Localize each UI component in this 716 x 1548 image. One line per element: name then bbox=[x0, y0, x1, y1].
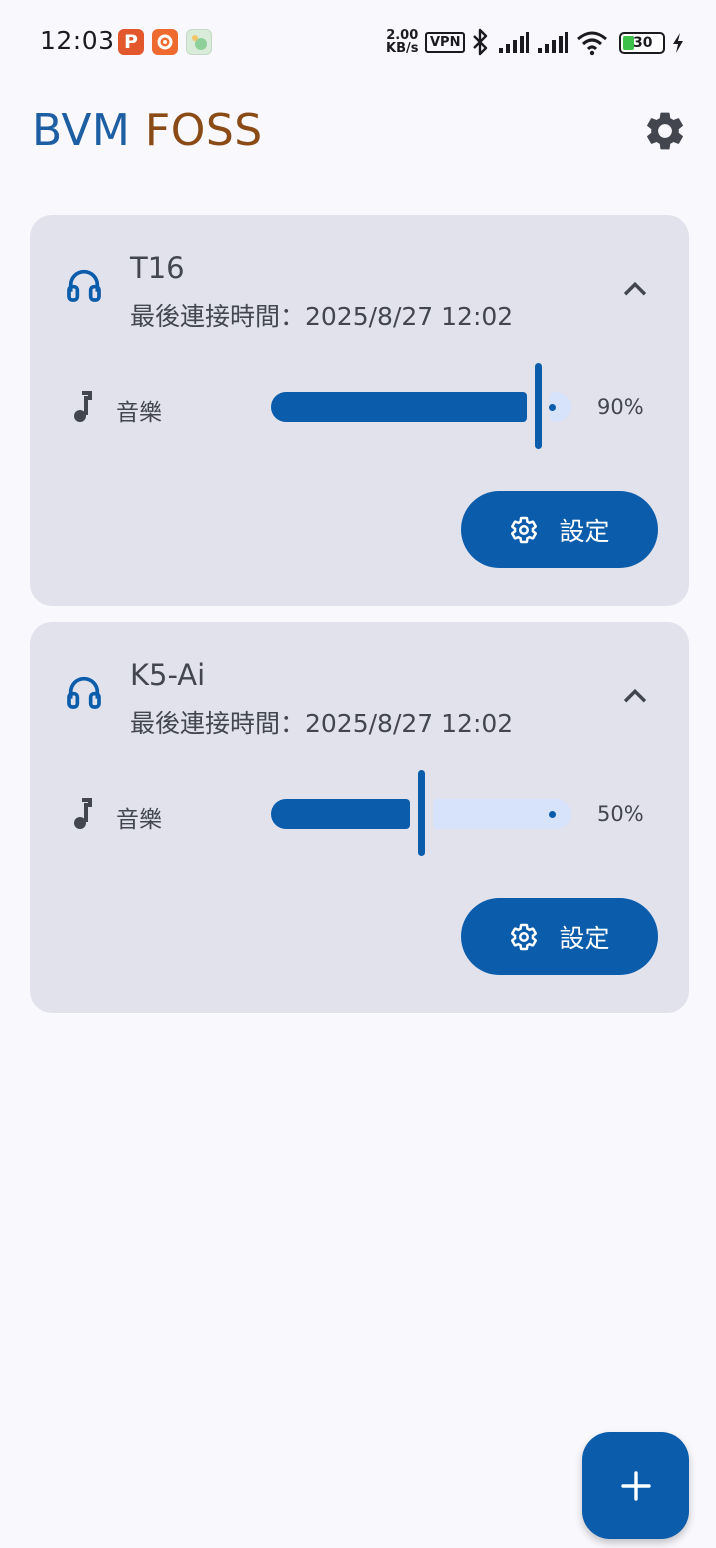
setup-button[interactable]: 設定 bbox=[461, 491, 658, 568]
vpn-badge: VPN bbox=[425, 32, 466, 53]
volume-percent: 50% bbox=[597, 802, 644, 826]
headphones-icon bbox=[67, 676, 101, 709]
signal-icon bbox=[538, 32, 568, 53]
volume-slider[interactable] bbox=[271, 770, 571, 858]
status-time: 12:03 bbox=[40, 26, 115, 55]
network-speed: 2.00 KB/s bbox=[386, 29, 418, 55]
device-name: T16 bbox=[130, 251, 185, 285]
wifi-icon bbox=[577, 31, 607, 56]
charging-icon bbox=[673, 33, 683, 53]
slider-active-track bbox=[271, 392, 527, 422]
gear-icon bbox=[647, 112, 683, 150]
headphones-icon bbox=[67, 269, 101, 302]
chevron-up-icon[interactable] bbox=[618, 680, 652, 714]
channel-label: 音樂 bbox=[116, 400, 162, 426]
slider-active-track bbox=[271, 799, 410, 829]
channel-label: 音樂 bbox=[116, 807, 162, 833]
notification-app-icon: P bbox=[118, 29, 144, 55]
slider-stop-indicator bbox=[549, 811, 556, 818]
device-name: K5-Ai bbox=[130, 658, 206, 692]
app-title-part2: FOSS bbox=[144, 105, 263, 156]
setup-button-label: 設定 bbox=[559, 516, 610, 546]
network-speed-unit: KB/s bbox=[386, 41, 419, 56]
chevron-up-icon[interactable] bbox=[618, 273, 652, 307]
slider-stop-indicator bbox=[549, 404, 556, 411]
notification-app-icon bbox=[152, 29, 178, 55]
app-title: BVM FOSS bbox=[32, 105, 263, 156]
device-card: T16 最後連接時間：2025/8/27 12:02 音樂 90% 設定 bbox=[30, 215, 689, 606]
app-title-part1: BVM bbox=[32, 105, 131, 156]
device-card: K5-Ai 最後連接時間：2025/8/27 12:02 音樂 50% 設定 bbox=[30, 622, 689, 1013]
battery-icon: 30 bbox=[619, 32, 665, 54]
volume-slider[interactable] bbox=[271, 363, 571, 451]
music-note-icon bbox=[74, 798, 92, 829]
gear-icon bbox=[511, 923, 538, 950]
volume-percent: 90% bbox=[597, 395, 644, 419]
battery-percent: 30 bbox=[633, 35, 653, 51]
signal-icon bbox=[499, 32, 529, 53]
notification-app-icon bbox=[186, 29, 212, 55]
device-last-connected: 最後連接時間：2025/8/27 12:02 bbox=[130, 302, 514, 331]
plus-icon bbox=[620, 1470, 651, 1501]
slider-thumb[interactable] bbox=[535, 363, 542, 449]
setup-button[interactable]: 設定 bbox=[461, 898, 658, 975]
music-note-icon bbox=[74, 391, 92, 422]
slider-thumb[interactable] bbox=[418, 770, 425, 856]
status-bar: 12:03 P 2.00 KB/s VPN 30 bbox=[0, 0, 716, 84]
bluetooth-icon bbox=[473, 28, 488, 56]
gear-icon bbox=[511, 516, 538, 543]
settings-button[interactable] bbox=[642, 108, 688, 154]
setup-button-label: 設定 bbox=[559, 923, 610, 953]
device-last-connected: 最後連接時間：2025/8/27 12:02 bbox=[130, 709, 514, 738]
add-device-button[interactable] bbox=[582, 1432, 689, 1539]
